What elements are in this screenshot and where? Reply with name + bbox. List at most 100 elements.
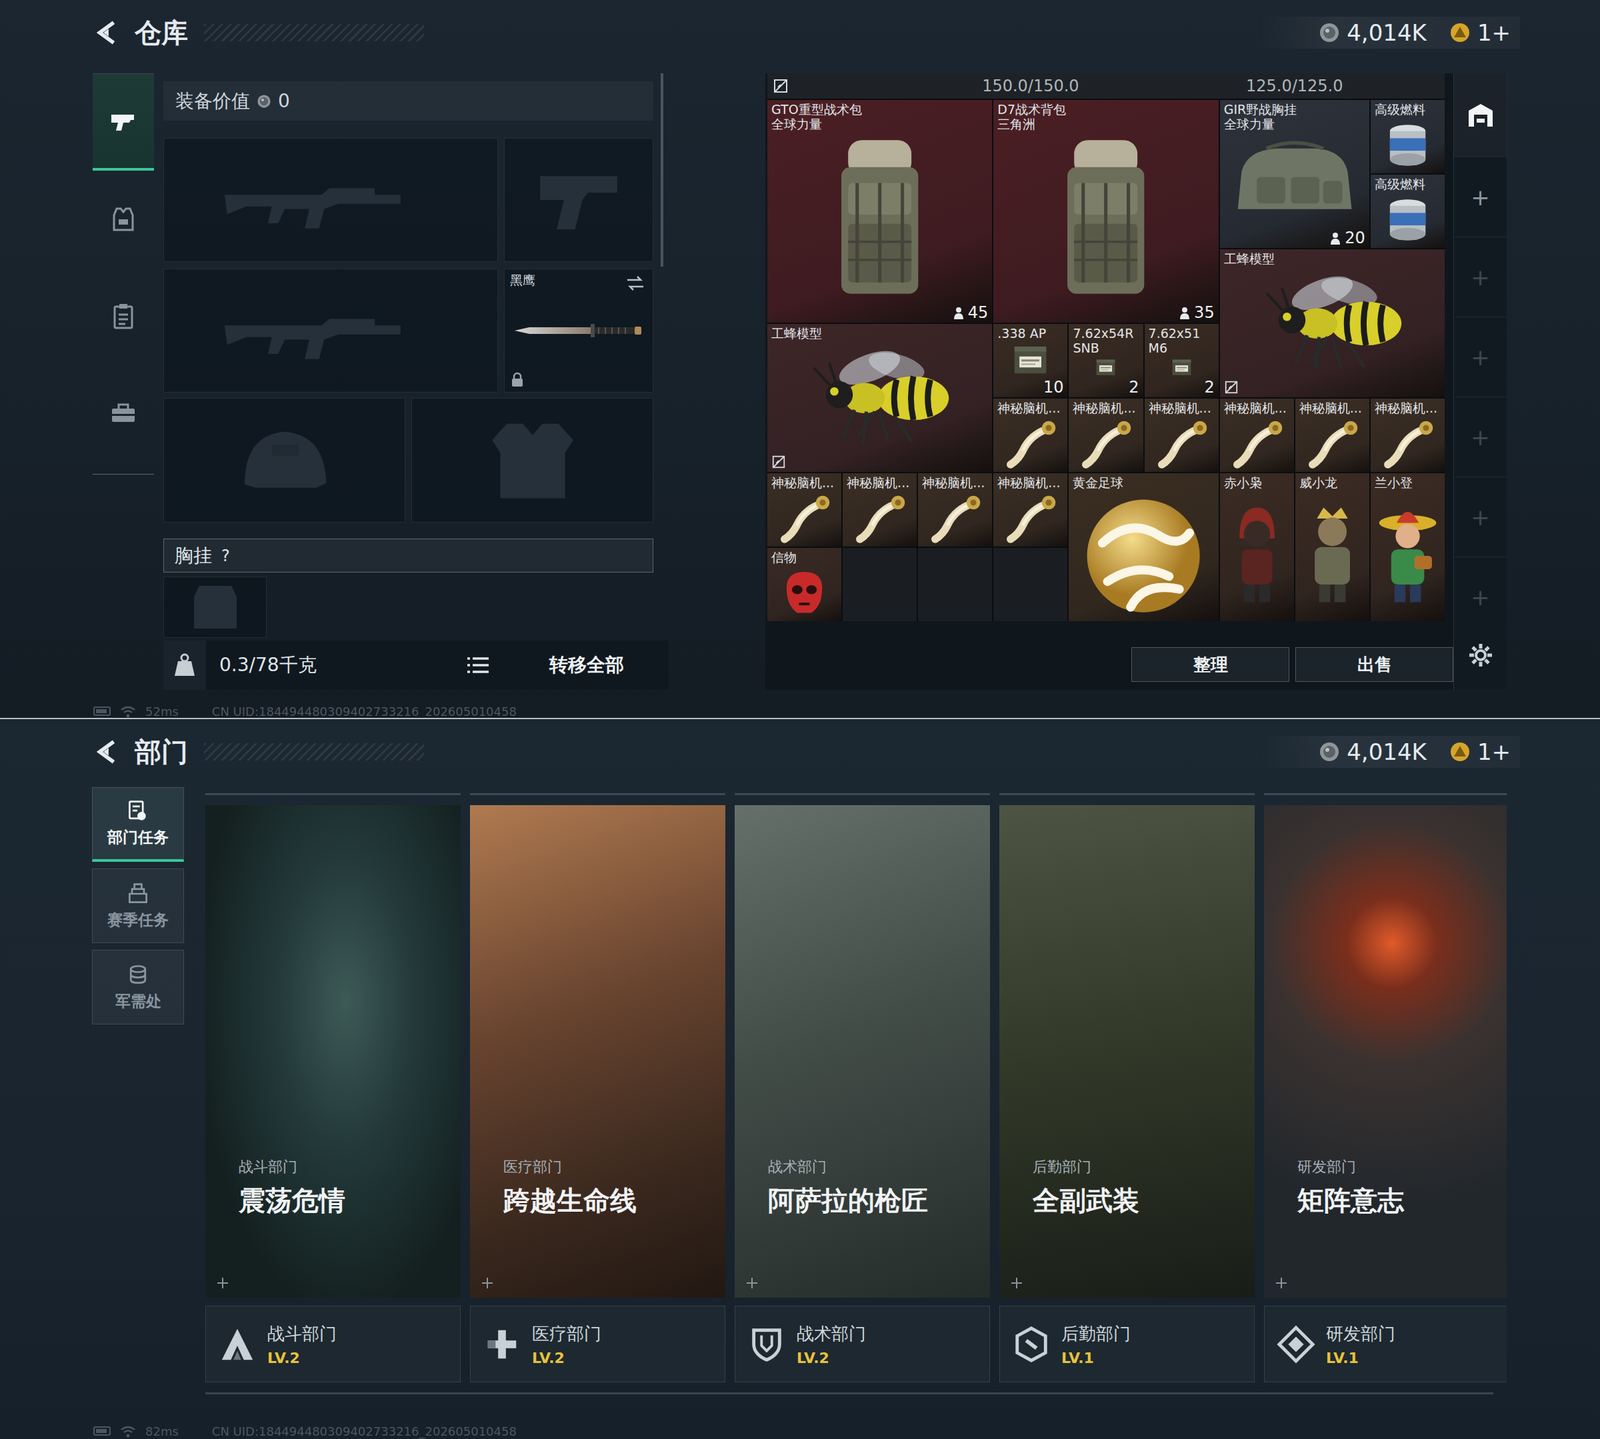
add-storage-button[interactable]: + [1454, 556, 1508, 637]
item-name: 神秘脑机... [1299, 401, 1366, 416]
armor-slot[interactable] [411, 398, 654, 523]
add-storage-button[interactable]: + [1454, 476, 1508, 557]
supply-icon [126, 963, 150, 988]
storage-item[interactable]: 7.62x54R SNB2 [1068, 324, 1143, 398]
coin-balance: 4,014K [1346, 738, 1427, 766]
back-button[interactable] [94, 19, 120, 46]
no-trade-icon [771, 454, 786, 470]
card-strip [1264, 793, 1507, 806]
empty-cell[interactable] [993, 548, 1068, 622]
storage-item[interactable]: 神秘脑机... [767, 473, 842, 547]
card-footer-text: 医疗部门LV.2 [532, 1322, 602, 1367]
loadout-tab[interactable] [92, 170, 154, 268]
storage-item[interactable]: 兰小登 [1370, 473, 1445, 622]
wifi-icon [120, 704, 136, 718]
storage-item[interactable]: 信物 [767, 548, 842, 622]
storage-item[interactable]: 赤小枭 [1220, 473, 1294, 622]
storage-item[interactable]: 神秘脑机... [918, 473, 992, 547]
storage-item[interactable]: 神秘脑机... [842, 473, 917, 547]
rifle-slot[interactable] [163, 268, 498, 393]
card-art: 医疗部门跨越生命线 [470, 805, 726, 1298]
item-name: 赤小枭 [1224, 476, 1290, 491]
add-storage-button[interactable]: + [1454, 396, 1508, 477]
storage-item[interactable]: 工蜂模型 [1220, 249, 1445, 398]
item-name: 神秘脑机... [1072, 401, 1139, 416]
department-tab[interactable]: 部门任务 [92, 787, 184, 862]
token-balance[interactable]: 1+ [1477, 738, 1511, 766]
help-button[interactable]: ? [221, 546, 230, 566]
no-trade-icon [772, 78, 789, 94]
storage-item[interactable]: GTO重型战术包全球力量45 [767, 100, 992, 323]
list-button[interactable] [451, 653, 505, 678]
add-storage-button[interactable]: + [1454, 236, 1508, 317]
item-brand: 全球力量 [771, 117, 988, 132]
storage-item[interactable]: GIR野战胸挂全球力量20 [1220, 100, 1370, 248]
brain-picture [1295, 416, 1370, 472]
item-name-block: 神秘脑机... [993, 398, 1068, 416]
item-name-block: 高级燃料 [1370, 100, 1445, 118]
brain-picture [1144, 416, 1219, 472]
helmet-slot[interactable] [163, 398, 406, 523]
empty-cell[interactable] [842, 548, 917, 622]
transfer-all-button[interactable]: 转移全部 [504, 647, 669, 684]
pistol-slot[interactable] [504, 138, 654, 262]
card-department: 战斗部门 [238, 1157, 454, 1178]
backpack-picture [993, 132, 1218, 304]
capacity-mark [1328, 231, 1342, 245]
screen-title: 仓库 [134, 14, 188, 52]
department-card[interactable]: 研发部门矩阵意志研发部门LV.1 [1264, 793, 1507, 1383]
gun-icon [108, 106, 138, 136]
storage-item[interactable]: 7.62x51 M62 [1144, 324, 1219, 398]
storage-panel: 150.0/150.0125.0/125.0GTO重型战术包全球力量45D7战术… [765, 73, 1454, 690]
scrollbar[interactable] [660, 73, 664, 267]
token-balance[interactable]: 1+ [1477, 19, 1511, 46]
storage-item[interactable]: 神秘脑机... [993, 398, 1068, 472]
card-footer: 研发部门LV.1 [1264, 1306, 1507, 1383]
back-button[interactable] [94, 738, 120, 766]
storage-item[interactable]: 高级燃料 [1370, 100, 1445, 174]
status-bar: 52msCN UID:184494480309402733216_2026050… [0, 703, 1600, 720]
storage-item[interactable]: 高级燃料 [1370, 174, 1445, 248]
fuel-picture [1370, 192, 1445, 248]
item-count-group: 10 [1043, 378, 1064, 397]
storage-item[interactable]: 神秘脑机... [993, 473, 1068, 547]
storage-item[interactable]: 黄金足球 [1068, 473, 1218, 622]
item-name-block: 赤小枭 [1220, 473, 1294, 491]
plus-mark-icon [482, 1278, 493, 1289]
department-card[interactable]: 医疗部门跨越生命线医疗部门LV.2 [470, 793, 726, 1383]
department-card[interactable]: 战术部门阿萨拉的枪匠战术部门LV.2 [734, 793, 990, 1383]
loadout-tab[interactable] [92, 267, 154, 364]
department-tab[interactable]: 军需处 [92, 950, 184, 1025]
storage-item[interactable]: 神秘脑机... [1370, 398, 1445, 472]
storage-tab[interactable] [1454, 73, 1508, 157]
storage-item[interactable]: 工蜂模型 [767, 324, 992, 472]
add-storage-button[interactable]: + [1454, 316, 1508, 397]
storage-item[interactable]: .338 AP10 [993, 324, 1068, 398]
hatch-decor [204, 743, 424, 761]
cards-scroll-track [205, 1392, 1494, 1395]
melee-slot[interactable]: 黑鹰 [504, 268, 654, 393]
loadout-tab[interactable] [92, 74, 154, 171]
sort-button[interactable]: 整理 [1131, 647, 1290, 682]
storage-item[interactable]: D7战术背包三角洲35 [993, 100, 1218, 323]
storage-item[interactable]: 神秘脑机... [1144, 398, 1219, 472]
chest-rig-silhouette-icon [185, 580, 246, 634]
rifle-slot[interactable] [163, 138, 498, 262]
department-card[interactable]: 战斗部门震荡危情战斗部门LV.2 [205, 793, 461, 1383]
loadout-tab[interactable] [92, 364, 154, 461]
storage-item[interactable]: 威小龙 [1295, 473, 1370, 622]
empty-cell[interactable] [918, 548, 992, 622]
department-tab[interactable]: 赛季任务 [92, 868, 184, 944]
settings-button[interactable] [1467, 642, 1494, 669]
add-storage-button[interactable]: + [1454, 156, 1508, 237]
sell-button[interactable]: 出售 [1295, 647, 1454, 682]
shield-icon [747, 1325, 786, 1364]
item-footer: 2 [1144, 378, 1219, 398]
storage-item[interactable]: 神秘脑机... [1068, 398, 1143, 472]
storage-item[interactable]: 神秘脑机... [1295, 398, 1370, 472]
chest-rig-slot[interactable] [163, 576, 267, 638]
department-card[interactable]: 后勤部门全副武装后勤部门LV.1 [999, 793, 1255, 1383]
storage-item[interactable]: 神秘脑机... [1220, 398, 1294, 472]
rifle-silhouette-icon [220, 297, 441, 364]
gear-icon [1467, 642, 1494, 669]
